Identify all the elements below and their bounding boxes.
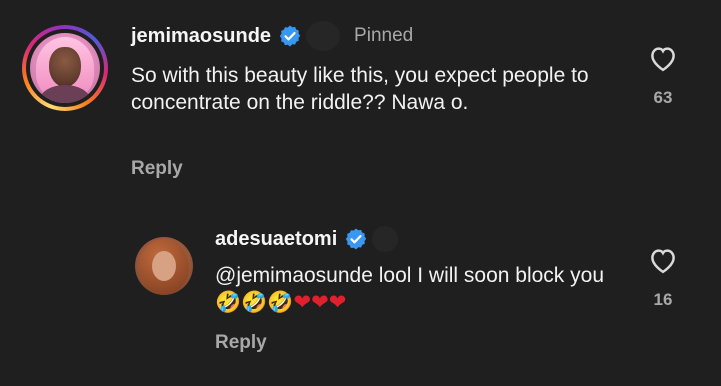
avatar[interactable] bbox=[22, 25, 108, 111]
like-count: 63 bbox=[653, 88, 673, 107]
reply-button[interactable]: Reply bbox=[131, 158, 183, 180]
verified-badge-icon bbox=[278, 24, 302, 48]
rofl-emoji: 🤣 bbox=[241, 290, 268, 314]
heart-outline-icon[interactable] bbox=[648, 44, 678, 72]
comment-header: jemimaosunde Pinned bbox=[131, 21, 414, 51]
username[interactable]: adesuaetomi bbox=[215, 228, 337, 251]
comment-text-content: @jemimaosunde lool I will soon block you bbox=[215, 264, 605, 287]
avatar[interactable] bbox=[135, 237, 193, 295]
red-heart-emoji: ❤ bbox=[328, 290, 347, 314]
comment-header: adesuaetomi bbox=[215, 225, 399, 253]
blurred-mention bbox=[372, 226, 399, 252]
emoji-group: 🤣🤣🤣❤❤❤ bbox=[215, 290, 347, 314]
pinned-label: Pinned bbox=[354, 25, 414, 46]
heart-outline-icon[interactable] bbox=[648, 246, 678, 274]
blurred-mention bbox=[306, 21, 341, 51]
like-button[interactable]: 16 bbox=[641, 246, 685, 310]
like-count: 16 bbox=[653, 290, 673, 309]
rofl-emoji: 🤣 bbox=[267, 290, 294, 314]
comment-item: jemimaosunde Pinned So with this beauty … bbox=[0, 0, 721, 200]
comment-text: So with this beauty like this, you expec… bbox=[131, 64, 589, 114]
red-heart-emoji: ❤ bbox=[293, 290, 312, 314]
red-heart-emoji: ❤ bbox=[311, 290, 329, 314]
verified-badge-icon bbox=[344, 227, 368, 251]
comment-text: @jemimaosunde lool I will soon block you… bbox=[215, 262, 615, 316]
like-button[interactable]: 63 bbox=[641, 44, 685, 108]
reply-button[interactable]: Reply bbox=[215, 332, 267, 354]
username[interactable]: jemimaosunde bbox=[131, 25, 271, 48]
rofl-emoji: 🤣 bbox=[215, 290, 242, 314]
